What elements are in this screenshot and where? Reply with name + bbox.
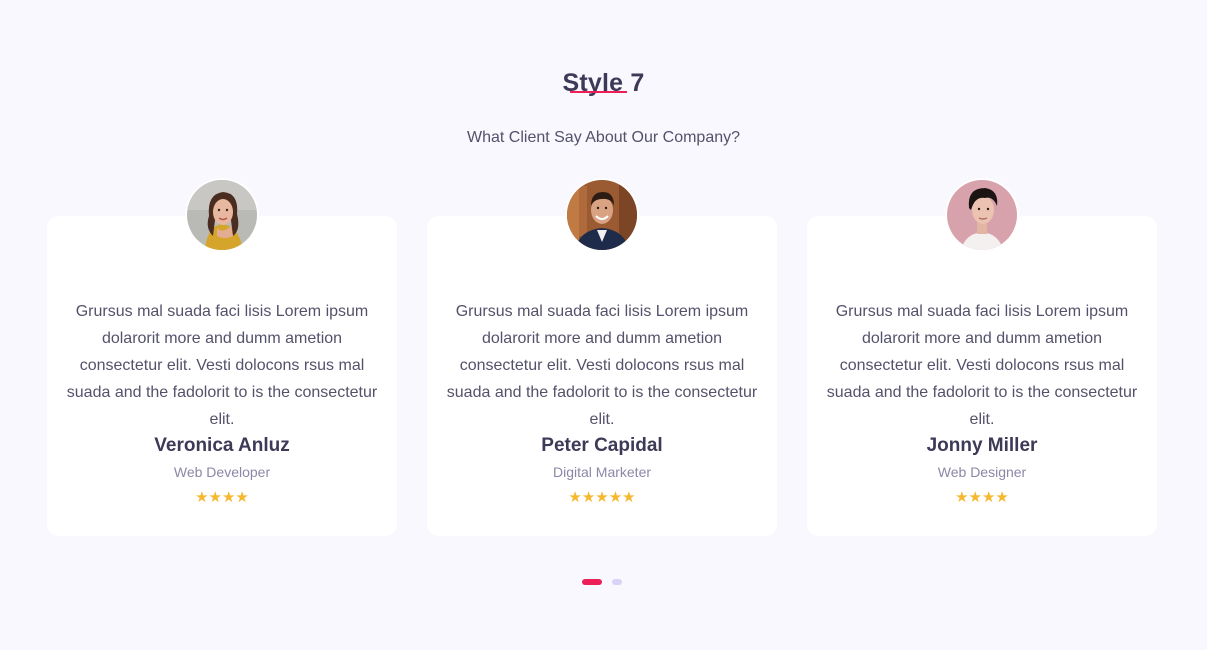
title-underline: [570, 91, 627, 93]
star-rating: ★★★★: [195, 489, 249, 506]
man-portrait-avatar-icon: [567, 180, 637, 250]
testimonial-card: Grursus mal suada faci lisis Lorem ipsum…: [427, 178, 777, 536]
avatar-frame: [565, 178, 639, 252]
client-role: Digital Marketer: [552, 464, 652, 480]
testimonial-quote: Grursus mal suada faci lisis Lorem ipsum…: [826, 303, 1138, 428]
testimonial-card: Grursus mal suada faci lisis Lorem ipsum…: [47, 178, 397, 536]
star-rating: ★★★★: [955, 489, 1009, 506]
section-subtitle: What Client Say About Our Company?: [466, 129, 741, 146]
avatar: [947, 180, 1017, 250]
client-name: Veronica Anluz: [154, 435, 290, 456]
client-role: Web Developer: [173, 464, 271, 480]
client-name: Peter Capidal: [541, 435, 663, 456]
avatar: [187, 180, 257, 250]
pagination-dot-active[interactable]: [582, 579, 602, 585]
client-role: Web Designer: [937, 464, 1027, 480]
testimonial-quote: Grursus mal suada faci lisis Lorem ipsum…: [66, 303, 378, 428]
woman-portrait-avatar-icon: [187, 180, 257, 250]
star-rating: ★★★★★: [568, 489, 636, 506]
client-name: Jonny Miller: [926, 435, 1038, 456]
man-portrait-avatar-icon: [947, 180, 1017, 250]
avatar-frame: [945, 178, 1019, 252]
pagination-dot[interactable]: [612, 579, 622, 585]
testimonial-quote: Grursus mal suada faci lisis Lorem ipsum…: [446, 303, 758, 428]
avatar-frame: [185, 178, 259, 252]
testimonial-card: Grursus mal suada faci lisis Lorem ipsum…: [807, 178, 1157, 536]
section-title: Style 7: [562, 68, 645, 97]
avatar: [567, 180, 637, 250]
